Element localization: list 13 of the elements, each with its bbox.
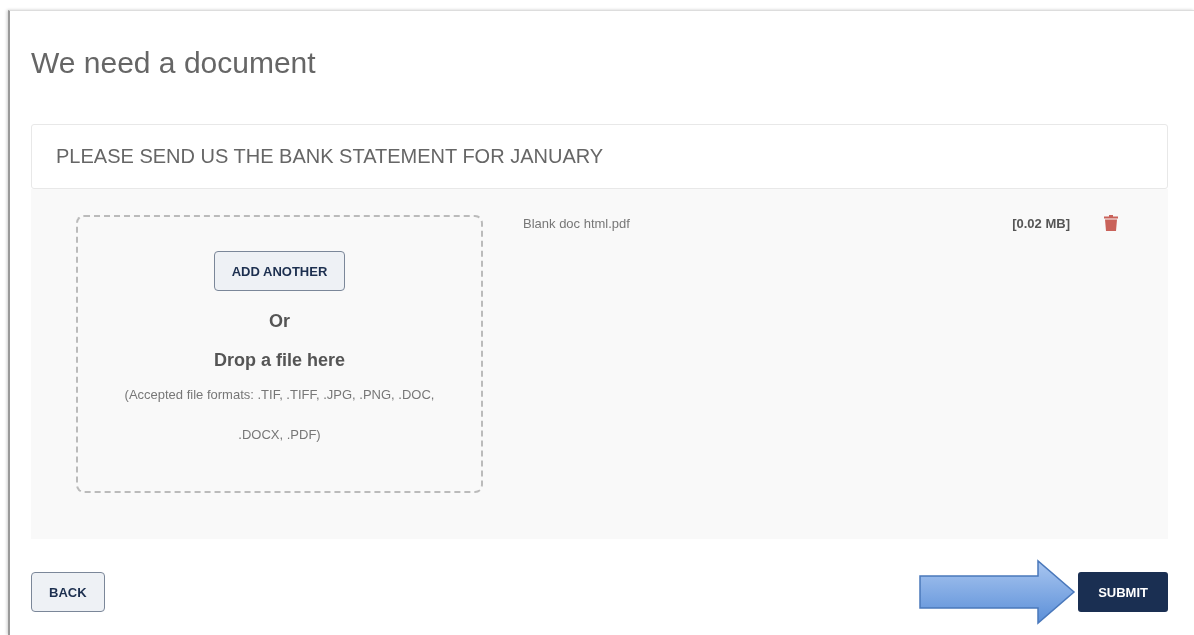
drop-text: Drop a file here [213, 350, 345, 371]
or-text: Or [269, 311, 290, 332]
back-button[interactable]: BACK [31, 572, 105, 612]
submit-button[interactable]: SUBMIT [1078, 572, 1168, 612]
trash-icon[interactable] [1104, 215, 1118, 231]
formats-text: (Accepted file formats: .TIF, .TIFF, .JPG, .PNG, .DOC, .DOCX, .PDF) [123, 386, 436, 444]
request-header: PLEASE SEND US THE BANK STATEMENT FOR JANUARY [31, 124, 1168, 189]
file-name: Blank doc html.pdf [523, 215, 631, 231]
arrow-icon [918, 559, 1077, 625]
add-another-button[interactable]: ADD ANOTHER [213, 251, 346, 291]
drop-zone[interactable]: ADD ANOTHER Or Drop a file here (Accepted file formats: .TIF, .TIFF, .JPG, .PNG, .DOC, .DOCX, .PDF) [76, 215, 483, 493]
file-size: [0.02 MB] [1012, 215, 1070, 231]
page-title: We need a document [31, 45, 317, 81]
